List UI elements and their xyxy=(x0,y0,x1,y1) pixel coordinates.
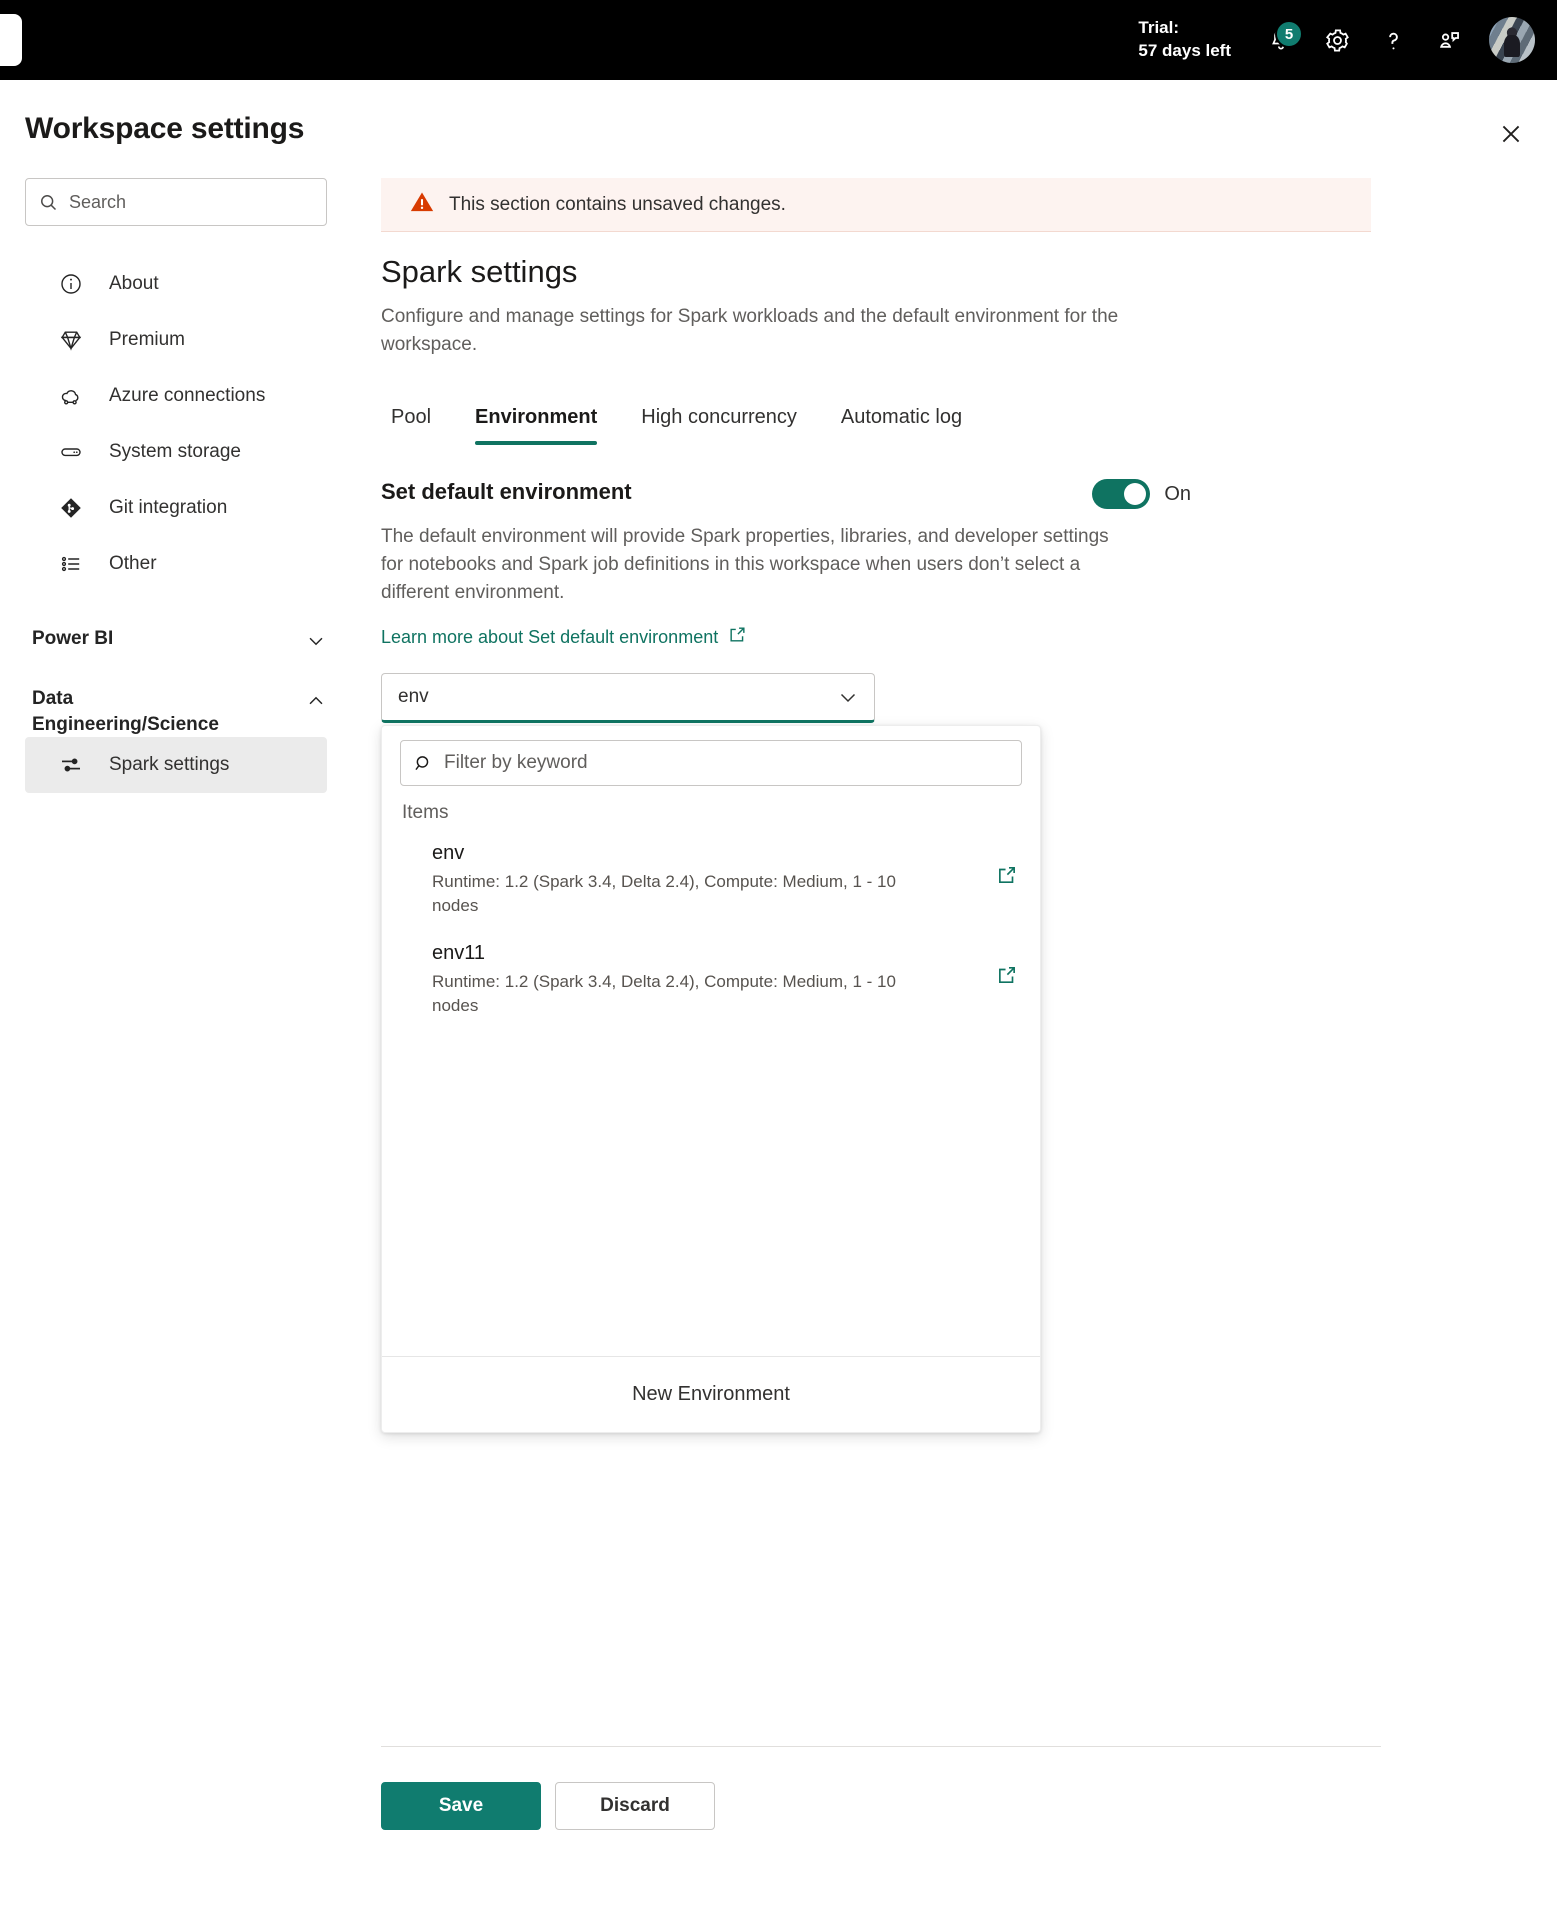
sliders-icon xyxy=(59,753,91,777)
page-title: Workspace settings xyxy=(25,112,305,145)
default-environment-combobox[interactable]: env xyxy=(381,673,875,724)
sidebar-item-label: About xyxy=(109,273,159,294)
tab-high-concurrency[interactable]: High concurrency xyxy=(619,400,819,445)
option-text: env Runtime: 1.2 (Spark 3.4, Delta 2.4),… xyxy=(432,842,912,918)
app-tab-handle[interactable] xyxy=(0,14,22,66)
open-environment-icon[interactable] xyxy=(996,842,1018,886)
section-title: Spark settings xyxy=(381,254,578,289)
sidebar-group-data-engineering-science[interactable]: Data Engineering/Science xyxy=(0,686,352,737)
notifications-badge: 5 xyxy=(1275,20,1303,48)
sidebar-item-git-integration[interactable]: Git integration xyxy=(25,480,327,536)
new-environment-label: New Environment xyxy=(632,1383,790,1406)
option-name: env xyxy=(432,842,465,865)
info-icon xyxy=(59,272,91,296)
avatar[interactable] xyxy=(1489,17,1535,63)
footer-actions: Save Discard xyxy=(381,1782,715,1830)
search-icon xyxy=(413,753,434,774)
trial-status: Trial: 57 days left xyxy=(1138,17,1231,63)
tab-automatic-log[interactable]: Automatic log xyxy=(819,400,984,445)
tab-pool[interactable]: Pool xyxy=(381,400,453,445)
external-link-icon xyxy=(728,625,747,649)
sidebar-group-label: Power BI xyxy=(32,628,114,649)
sidebar-group-power-bi[interactable]: Power BI xyxy=(0,626,352,652)
setting-title: Set default environment xyxy=(381,479,632,505)
list-icon xyxy=(59,552,91,576)
set-default-environment-toggle-group: On xyxy=(1092,479,1191,510)
question-mark-icon xyxy=(1388,32,1398,49)
sidebar-item-label: Git integration xyxy=(109,497,228,518)
gear-icon xyxy=(1325,28,1349,52)
sidebar-item-azure-connections[interactable]: Azure connections xyxy=(25,368,327,424)
sidebar-item-spark-settings[interactable]: Spark settings xyxy=(25,737,327,794)
feedback-button[interactable] xyxy=(1421,12,1477,68)
chevron-down-icon[interactable] xyxy=(836,685,860,709)
footer-divider xyxy=(381,1746,1381,1747)
tab-environment[interactable]: Environment xyxy=(453,400,619,446)
storage-icon xyxy=(59,440,91,464)
list-item[interactable]: env11 Runtime: 1.2 (Spark 3.4, Delta 2.4… xyxy=(400,930,1022,1030)
set-default-environment-toggle[interactable] xyxy=(1092,479,1151,510)
sidebar-item-label: System storage xyxy=(109,441,241,462)
sidebar-item-premium[interactable]: Premium xyxy=(25,312,327,368)
sidebar-item-label: Spark settings xyxy=(109,754,230,776)
learn-more-label: Learn more about Set default environment xyxy=(381,626,719,647)
sidebar-group-label: Data Engineering/Science xyxy=(32,688,219,735)
unsaved-changes-banner: This section contains unsaved changes. xyxy=(381,178,1371,232)
sidebar-item-about[interactable]: About xyxy=(25,256,327,312)
help-button[interactable] xyxy=(1365,12,1421,68)
dropdown-section-label: Items xyxy=(402,802,449,824)
learn-more-link[interactable]: Learn more about Set default environment xyxy=(381,625,747,649)
sidebar-item-label: Premium xyxy=(109,329,186,350)
option-meta: Runtime: 1.2 (Spark 3.4, Delta 2.4), Com… xyxy=(432,972,896,1015)
sidebar-item-label: Other xyxy=(109,553,157,574)
close-icon xyxy=(1502,125,1520,143)
close-panel-button[interactable] xyxy=(1489,112,1533,156)
environment-option-list: env Runtime: 1.2 (Spark 3.4, Delta 2.4),… xyxy=(400,830,1022,1356)
new-environment-button[interactable]: New Environment xyxy=(382,1356,1040,1432)
search-input[interactable] xyxy=(69,191,314,213)
option-name: env11 xyxy=(432,942,486,965)
list-item[interactable]: env Runtime: 1.2 (Spark 3.4, Delta 2.4),… xyxy=(400,830,1022,930)
setting-description: The default environment will provide Spa… xyxy=(381,526,1109,604)
trial-days-left: 57 days left xyxy=(1138,41,1231,60)
settings-button[interactable] xyxy=(1309,12,1365,68)
git-icon xyxy=(59,496,91,520)
environment-filter[interactable] xyxy=(400,740,1022,787)
sidebar-nav: About Premium Azure connections System s… xyxy=(0,256,352,592)
option-text: env11 Runtime: 1.2 (Spark 3.4, Delta 2.4… xyxy=(432,942,912,1018)
discard-button[interactable]: Discard xyxy=(555,1782,715,1830)
banner-text: This section contains unsaved changes. xyxy=(449,193,786,215)
diamond-icon xyxy=(59,328,91,352)
sidebar-item-system-storage[interactable]: System storage xyxy=(25,424,327,480)
warning-icon xyxy=(409,189,435,220)
settings-sidebar: About Premium Azure connections xyxy=(0,178,352,794)
sidebar-item-label: Azure connections xyxy=(109,385,266,406)
chevron-down-icon xyxy=(305,626,327,652)
set-default-environment-row: Set default environment On xyxy=(381,479,1191,510)
toggle-state-label: On xyxy=(1164,482,1191,505)
settings-tabs: Pool Environment High concurrency Automa… xyxy=(381,400,1381,446)
section-subtitle: Configure and manage settings for Spark … xyxy=(381,306,1119,355)
toggle-knob xyxy=(1124,483,1147,506)
top-app-bar: Trial: 57 days left 5 xyxy=(0,0,1557,80)
search-icon xyxy=(38,192,59,213)
main-content: This section contains unsaved changes. S… xyxy=(381,178,1381,1434)
environment-dropdown-panel: Items env Runtime: 1.2 (Spark 3.4, Delta… xyxy=(381,725,1041,1434)
environment-filter-input[interactable] xyxy=(444,752,1009,775)
option-meta: Runtime: 1.2 (Spark 3.4, Delta 2.4), Com… xyxy=(432,872,896,916)
combobox-value: env xyxy=(398,686,429,708)
save-button[interactable]: Save xyxy=(381,1782,541,1830)
sidebar-search[interactable] xyxy=(25,178,327,226)
notifications-button[interactable]: 5 xyxy=(1253,12,1309,68)
chevron-up-icon xyxy=(305,686,327,712)
cloud-link-icon xyxy=(59,384,91,408)
feedback-icon xyxy=(1439,31,1459,48)
sidebar-item-other[interactable]: Other xyxy=(25,536,327,592)
open-environment-icon[interactable] xyxy=(996,942,1018,986)
trial-label: Trial: xyxy=(1138,18,1180,38)
